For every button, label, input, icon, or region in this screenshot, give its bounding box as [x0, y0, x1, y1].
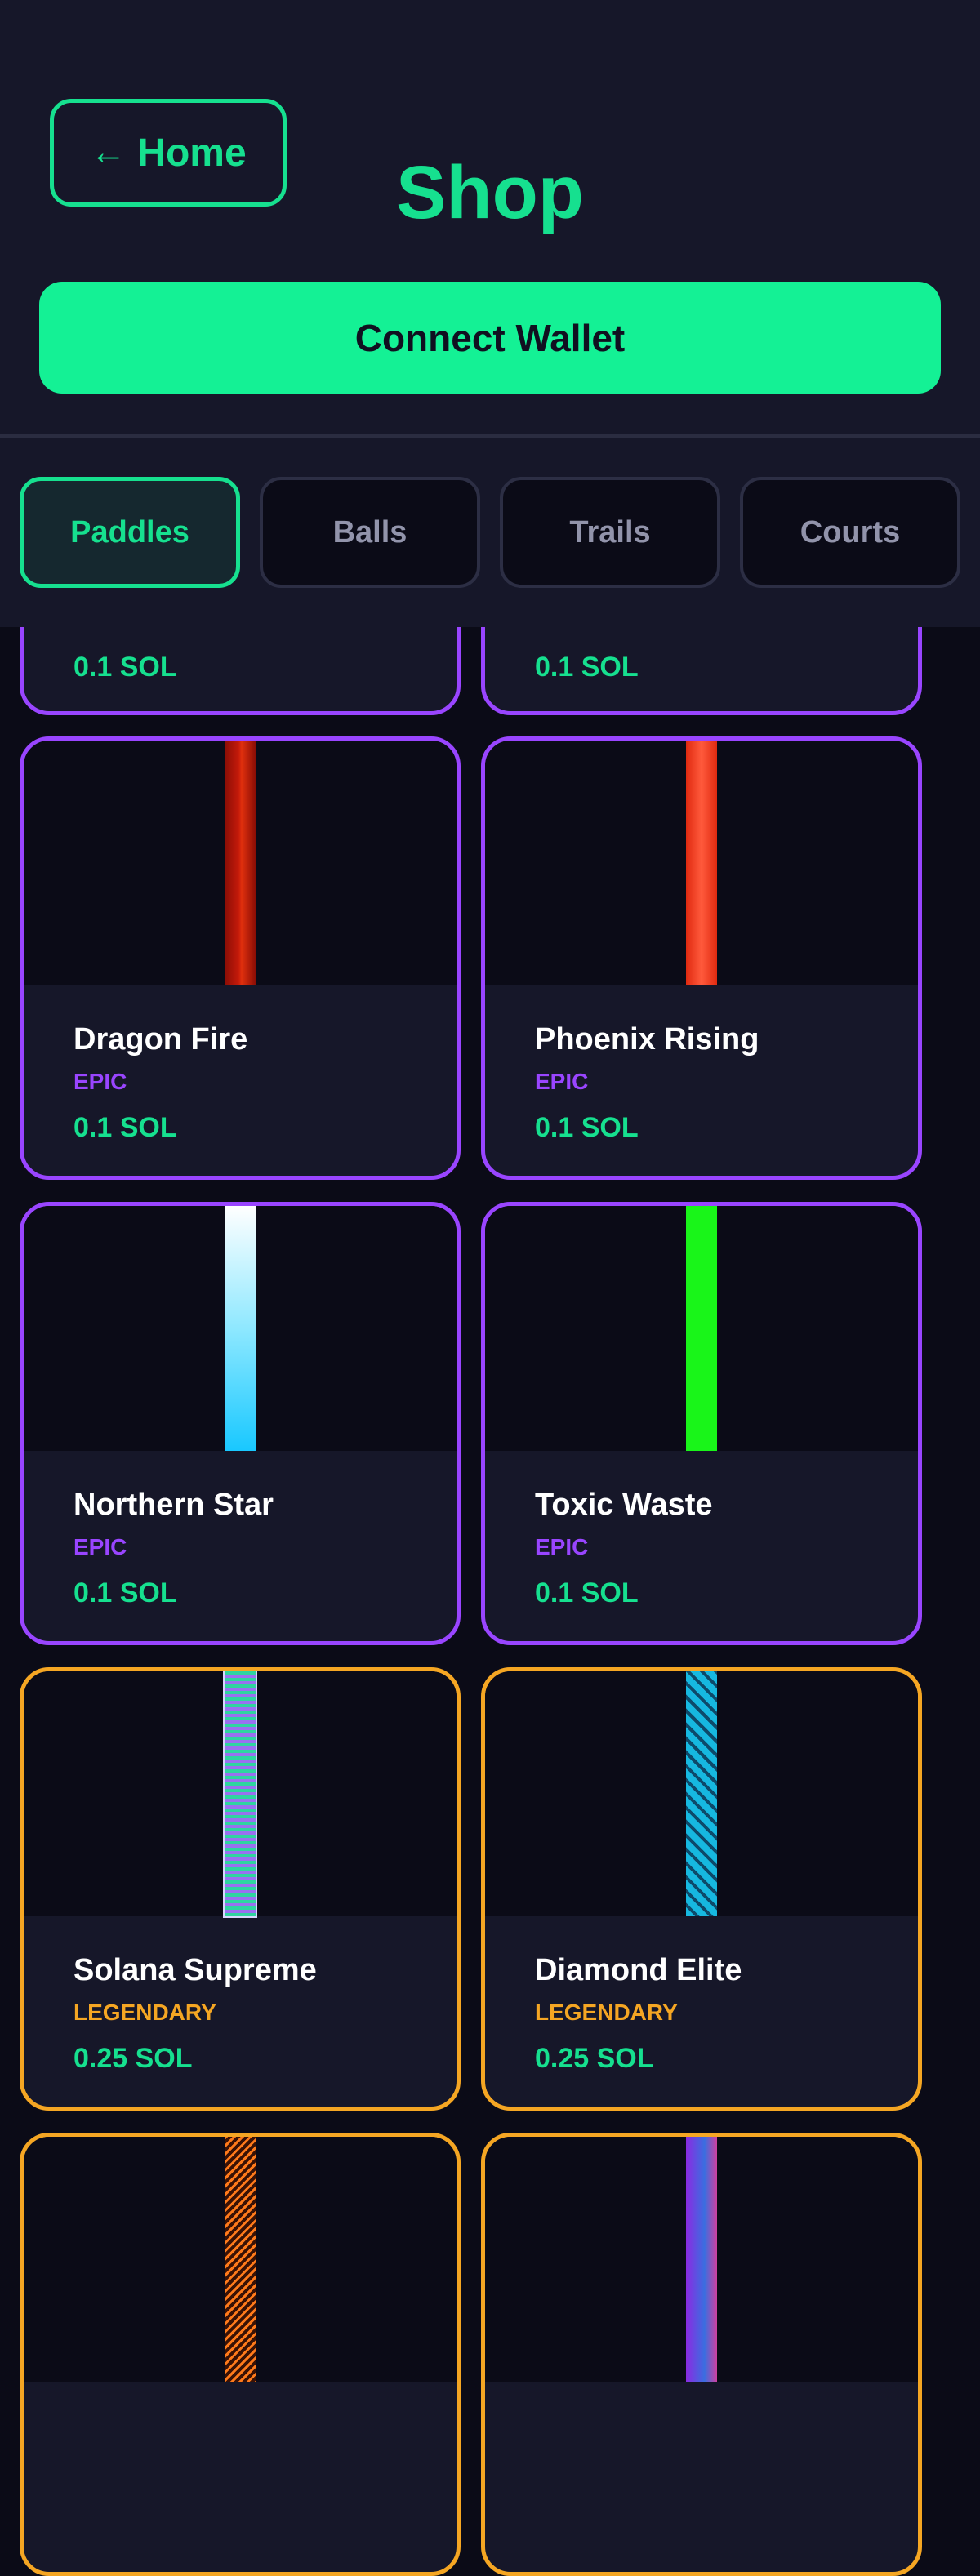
tab-paddles[interactable]: Paddles	[20, 477, 240, 588]
item-price: 0.1 SOL	[74, 652, 177, 683]
paddle-preview-icon	[686, 1206, 717, 1451]
item-card[interactable]	[481, 2133, 922, 2576]
paddle-preview-icon	[686, 1671, 717, 1916]
item-price: 0.1 SOL	[535, 1112, 639, 1143]
item-name: Dragon Fire	[74, 1022, 248, 1057]
item-card-dragon-fire[interactable]: Dragon Fire EPIC 0.1 SOL	[20, 736, 461, 1180]
item-name: Toxic Waste	[535, 1488, 713, 1522]
item-rarity: LEGENDARY	[74, 2000, 216, 2025]
item-card[interactable]	[20, 2133, 461, 2576]
paddle-preview-icon	[225, 1206, 256, 1451]
page-title: Shop	[396, 151, 584, 234]
connect-wallet-button[interactable]: Connect Wallet	[39, 282, 941, 394]
paddle-preview-icon	[223, 1671, 257, 1918]
item-price: 0.1 SOL	[535, 1577, 639, 1608]
item-card-phoenix-rising[interactable]: Phoenix Rising EPIC 0.1 SOL	[481, 736, 922, 1180]
item-preview	[24, 741, 457, 985]
item-preview	[24, 1671, 457, 1918]
item-preview	[24, 1206, 457, 1451]
item-price: 0.1 SOL	[74, 1577, 177, 1608]
tab-balls[interactable]: Balls	[260, 477, 480, 588]
paddle-preview-icon	[225, 741, 256, 985]
item-preview	[485, 741, 918, 985]
item-price: 0.25 SOL	[535, 2043, 654, 2074]
item-card-diamond-elite[interactable]: Diamond Elite LEGENDARY 0.25 SOL	[481, 1667, 922, 2111]
item-price: 0.1 SOL	[74, 1112, 177, 1143]
tab-courts[interactable]: Courts	[740, 477, 960, 588]
item-rarity: EPIC	[74, 1534, 127, 1559]
item-price: 0.25 SOL	[74, 2043, 193, 2074]
item-preview	[485, 1206, 918, 1451]
paddle-preview-icon	[686, 741, 717, 985]
paddle-preview-icon	[686, 2137, 717, 2382]
item-name: Northern Star	[74, 1488, 274, 1522]
item-rarity: EPIC	[74, 1069, 127, 1094]
item-card-solana-supreme[interactable]: Solana Supreme LEGENDARY 0.25 SOL	[20, 1667, 461, 2111]
tab-trails[interactable]: Trails	[500, 477, 720, 588]
item-card-northern-star[interactable]: Northern Star EPIC 0.1 SOL	[20, 1202, 461, 1645]
item-preview	[485, 1671, 918, 1916]
category-tabs: Paddles Balls Trails Courts	[0, 438, 980, 627]
item-preview	[485, 2137, 918, 2382]
item-name: Diamond Elite	[535, 1953, 742, 1987]
item-preview	[24, 2137, 457, 2382]
header-divider	[0, 434, 980, 438]
item-rarity: EPIC	[535, 1534, 589, 1559]
item-card-toxic-waste[interactable]: Toxic Waste EPIC 0.1 SOL	[481, 1202, 922, 1645]
item-rarity: EPIC	[535, 1069, 589, 1094]
shop-header: ← Home Shop Connect Wallet	[0, 0, 980, 434]
item-price: 0.1 SOL	[535, 652, 639, 683]
item-name: Solana Supreme	[74, 1953, 317, 1987]
item-rarity: LEGENDARY	[535, 2000, 678, 2025]
paddle-preview-icon	[225, 2137, 256, 2382]
item-name: Phoenix Rising	[535, 1022, 760, 1057]
